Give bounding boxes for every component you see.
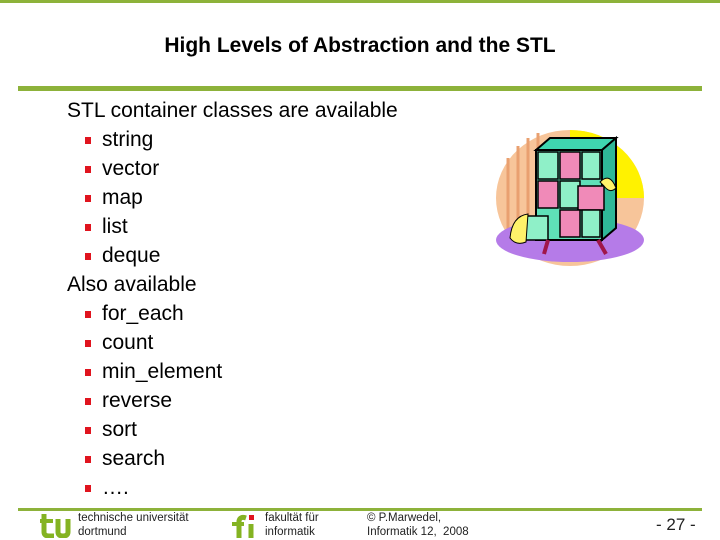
page-number: - 27 -	[656, 515, 696, 534]
bullet-icon	[85, 166, 91, 173]
bullet-icon	[85, 369, 91, 376]
copyright-notice: © P.Marwedel, Informatik 12, 2008	[367, 512, 469, 538]
list-item: deque	[67, 241, 398, 270]
list-item: count	[67, 328, 398, 357]
slide-content: STL container classes are available stri…	[67, 96, 398, 502]
list-item: sort	[67, 415, 398, 444]
slide-title: High Levels of Abstraction and the STL	[164, 34, 556, 57]
bullet-icon	[85, 253, 91, 260]
bullet-icon	[85, 485, 91, 492]
bullet-icon	[85, 195, 91, 202]
list-item: string	[67, 125, 398, 154]
section-heading-containers: STL container classes are available	[67, 99, 398, 122]
title-divider	[18, 86, 702, 91]
list-item: ….	[67, 473, 398, 502]
section-heading-algorithms: Also available	[67, 273, 197, 296]
fi-logo-icon	[232, 514, 254, 538]
list-item: search	[67, 444, 398, 473]
bullet-icon	[85, 456, 91, 463]
list-item: vector	[67, 154, 398, 183]
bullet-icon	[85, 311, 91, 318]
list-item: list	[67, 212, 398, 241]
bullet-icon	[85, 224, 91, 231]
bullet-icon	[85, 427, 91, 434]
list-item: for_each	[67, 299, 398, 328]
tu-logo-icon	[40, 514, 71, 538]
list-item: min_element	[67, 357, 398, 386]
list-item: map	[67, 183, 398, 212]
bullet-icon	[85, 340, 91, 347]
top-rule	[0, 0, 720, 3]
faculty-name: fakultät für informatik	[265, 512, 319, 538]
filing-cabinet-clipart	[496, 130, 644, 266]
bullet-icon	[85, 398, 91, 405]
bullet-icon	[85, 137, 91, 144]
university-name: technische universität dortmund	[78, 512, 189, 538]
list-item: reverse	[67, 386, 398, 415]
